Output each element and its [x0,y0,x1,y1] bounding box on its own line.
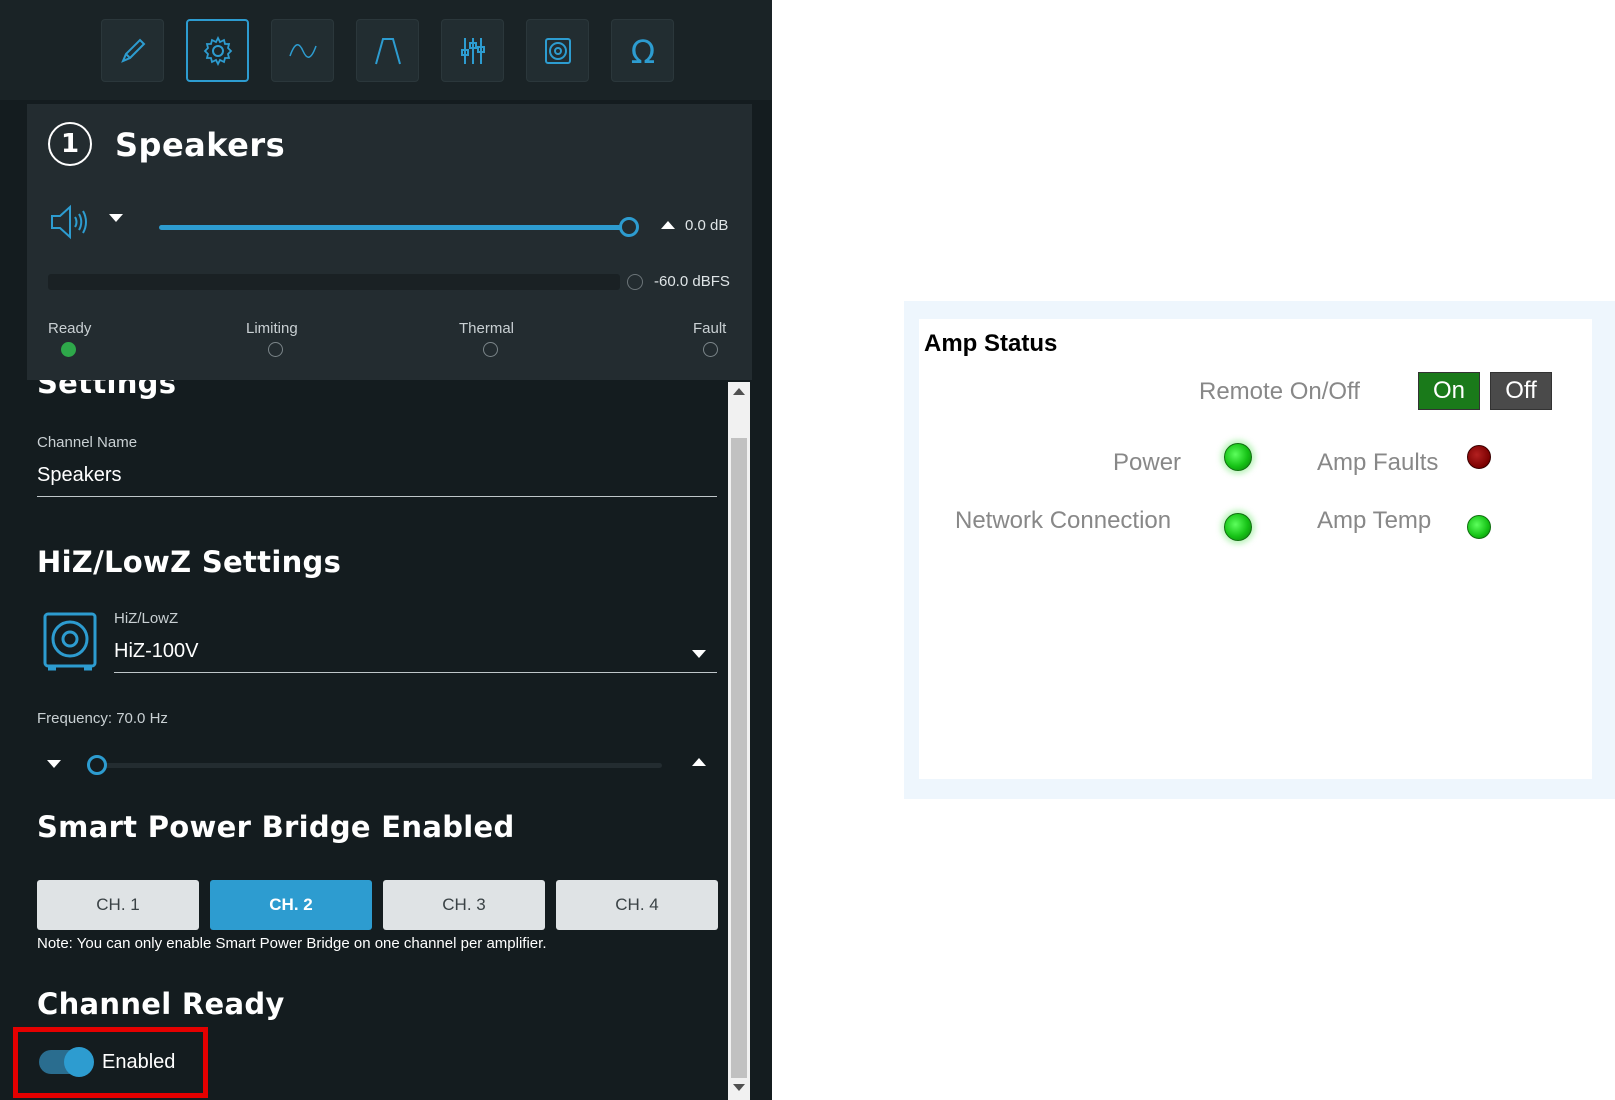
frequency-slider-track[interactable] [95,763,662,768]
toolbar-filter-button[interactable] [356,19,419,82]
wave-icon [288,43,317,58]
hiz-heading: HiZ/LowZ Settings [37,545,342,579]
power-label: Power [1113,449,1182,476]
remote-off-button[interactable]: Off [1490,372,1552,410]
gear-icon [203,35,232,66]
toolbar-omega-button[interactable]: Ω [611,19,674,82]
spb-ch2-button[interactable]: CH. 2 [210,880,372,930]
scroll-up-arrow-icon[interactable] [733,388,745,395]
sliders-icon [460,37,485,64]
channel-name-label: Channel Name [37,434,138,451]
volume-value: 0.0 dB [685,217,729,234]
indicator-thermal-led [483,342,498,357]
spb-ch4-button[interactable]: CH. 4 [556,880,718,930]
amp-status-panel: Amp Status Remote On/Off On Off Power Am… [904,301,1615,799]
scrollbar-thumb[interactable] [731,438,747,1078]
hiz-underline [114,672,717,673]
meter-clip-indicator [627,274,643,290]
toolbar-gear-button[interactable] [186,19,249,82]
hiz-label: HiZ/LowZ [114,610,179,627]
frequency-label: Frequency: 70.0 Hz [37,710,168,727]
volume-slider-track[interactable] [159,225,629,230]
channel-number: 1 [48,122,92,166]
hiz-select[interactable]: HiZ-100V [114,640,198,663]
spb-ch1-button[interactable]: CH. 1 [37,880,199,930]
remote-on-button[interactable]: On [1418,372,1480,410]
channel-title: Speakers [115,126,286,164]
frequency-slider-thumb[interactable] [87,755,107,775]
toolbar-speaker-button[interactable] [526,19,589,82]
channel-name-input[interactable]: Speakers [37,464,122,487]
indicator-label-limiting: Limiting [246,320,298,337]
indicator-label-thermal: Thermal [459,320,515,337]
speaker-box-icon [43,612,97,671]
indicator-fault-led [703,342,718,357]
indicator-limiting-led [268,342,283,357]
power-led-icon [1224,443,1252,471]
network-led-icon [1224,513,1252,541]
speaker-box-icon [544,37,571,64]
scroll-down-arrow-icon[interactable] [733,1084,745,1091]
highlight-box [13,1027,208,1098]
volume-up-caret[interactable] [661,221,675,229]
toolbar: Ω [0,0,772,100]
svg-text:Ω: Ω [630,34,654,68]
channel-card: 1 Speakers 0.0 dB -60.0 dBFS Ready Limit… [27,104,752,380]
channel-name-underline [37,496,717,497]
amp-faults-led-icon [1467,445,1491,469]
remote-onoff-label: Remote On/Off [1199,378,1360,405]
indicator-ready-led [61,342,76,357]
frequency-down-caret[interactable] [47,760,61,768]
frequency-up-caret[interactable] [692,758,706,766]
network-connection-label: Network Connection [955,507,1172,534]
spb-heading: Smart Power Bridge Enabled [37,810,515,844]
amp-status-card: Amp Status Remote On/Off On Off Power Am… [919,319,1592,779]
spb-ch3-button[interactable]: CH. 3 [383,880,545,930]
scrollbar[interactable] [728,382,750,1100]
amp-temp-label: Amp Temp [1317,507,1432,534]
toolbar-pen-button[interactable] [101,19,164,82]
settings-scroll-area[interactable]: Settings Channel Name Speakers HiZ/LowZ … [0,380,752,1100]
amp-status-title: Amp Status [924,330,1058,357]
volume-slider-thumb[interactable] [619,217,639,237]
toolbar-wave-button[interactable] [271,19,334,82]
spb-note: Note: You can only enable Smart Power Br… [37,935,547,952]
channel-ready-heading: Channel Ready [37,987,285,1021]
meter-value: -60.0 dBFS [654,273,730,290]
filter-icon [374,37,401,64]
chevron-down-icon[interactable] [692,650,706,658]
indicator-label-ready: Ready [48,320,92,337]
pen-icon [120,38,145,63]
channel-panel: Ω 1 Speakers 0.0 dB -60.0 dBFS Ready Lim… [0,0,772,1100]
settings-heading: Settings [37,380,177,400]
omega-icon: Ω [630,34,654,68]
volume-icon[interactable] [49,204,89,240]
level-meter [48,274,620,290]
volume-down-caret[interactable] [109,214,123,222]
amp-temp-led-icon [1467,515,1491,539]
indicator-label-fault: Fault [693,320,727,337]
amp-faults-label: Amp Faults [1317,449,1439,476]
toolbar-sliders-button[interactable] [441,19,504,82]
